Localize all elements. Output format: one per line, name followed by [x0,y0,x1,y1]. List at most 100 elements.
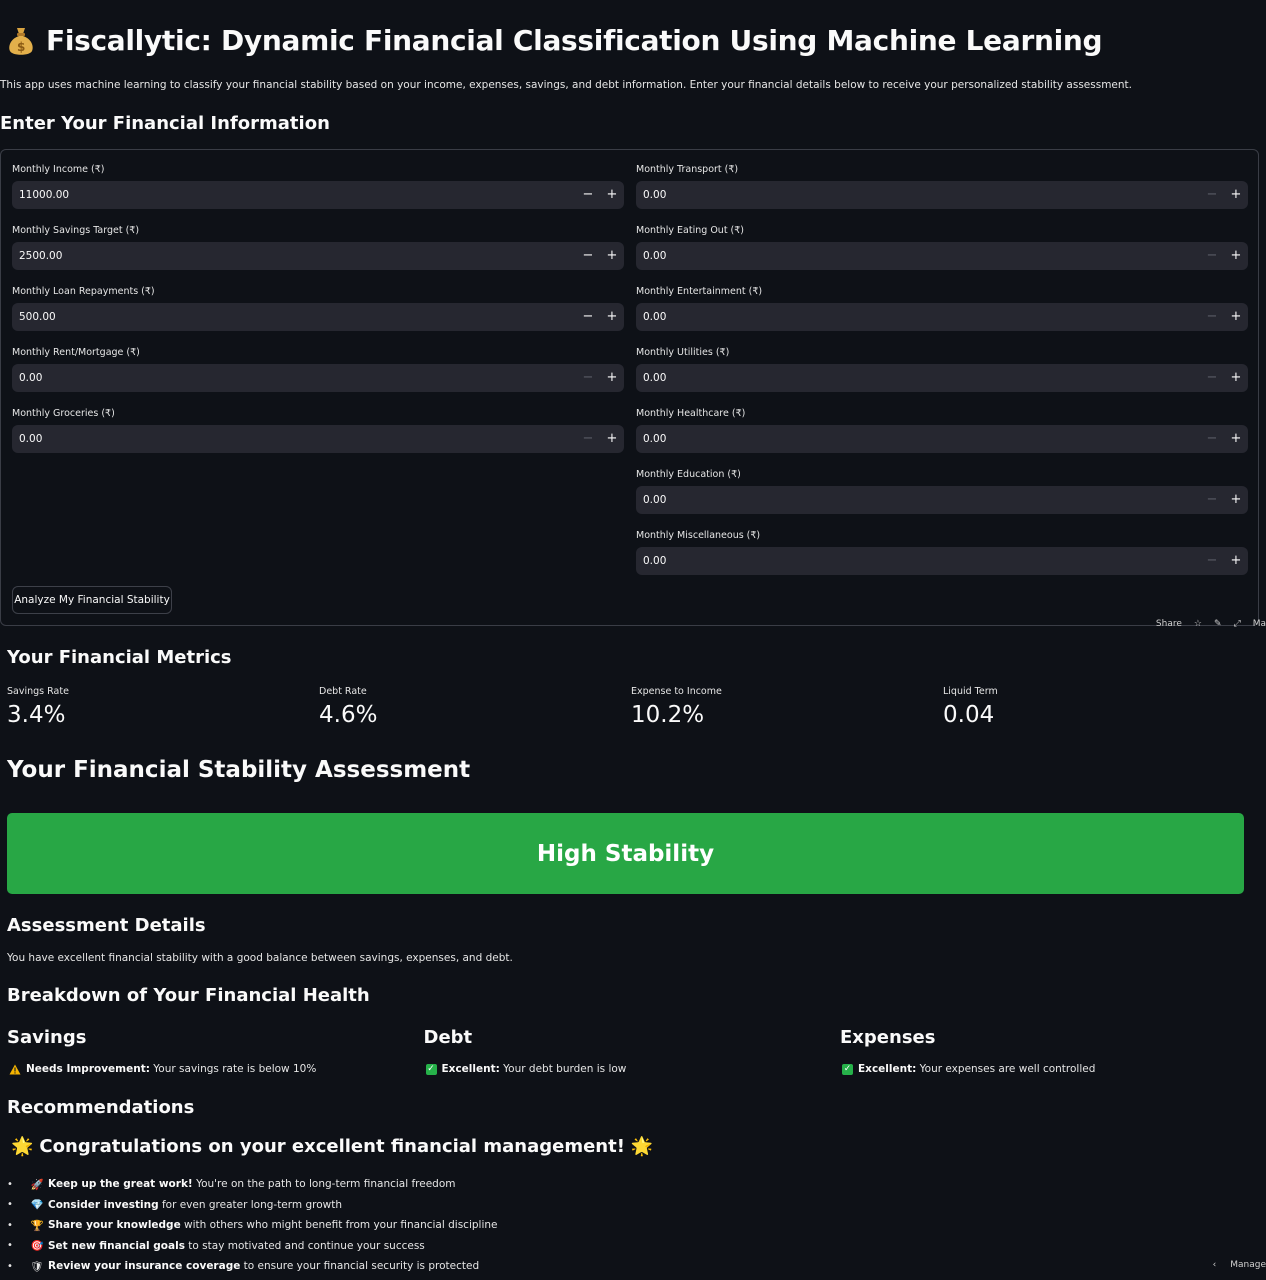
decrement-button[interactable]: − [576,364,600,392]
money-bag-icon: $ [9,27,33,55]
field-label: Monthly Education (₹) [636,469,741,480]
metric-value: 10.2% [631,702,705,728]
details-heading: Assessment Details [7,915,206,936]
details-text: You have excellent financial stability w… [7,952,513,964]
decrement-button[interactable]: − [1200,181,1224,209]
recommendations-heading: Recommendations [7,1097,195,1118]
field-label: Monthly Transport (₹) [636,164,739,175]
number-input-value[interactable]: 0.00 [636,372,1200,384]
increment-button[interactable]: + [1224,486,1248,514]
field-label: Monthly Entertainment (₹) [636,286,763,297]
number-input-value[interactable]: 11000.00 [12,189,576,201]
increment-button[interactable]: + [600,425,624,453]
recommendation-text: for even greater long-term growth [158,1198,343,1211]
recommendation-icon: 🛡 [30,1260,44,1273]
breakdown-status-text: Needs Improvement: Your savings rate is … [26,1063,316,1075]
bullet: • [7,1199,13,1211]
sun-icon: 🌟 [630,1136,654,1157]
decrement-button[interactable]: − [576,181,600,209]
number-input: 0.00− + [12,425,624,453]
decrement-button[interactable]: − [576,303,600,331]
breakdown-status-detail: Your savings rate is below 10% [153,1063,317,1075]
number-input-value[interactable]: 0.00 [636,250,1200,262]
field-label: Monthly Savings Target (₹) [12,225,140,236]
number-input-value[interactable]: 0.00 [636,494,1200,506]
number-input: 0.00− + [636,486,1248,514]
breakdown-status-detail: Your debt burden is low [503,1063,627,1075]
expand-icon[interactable]: ⤢ [1234,619,1241,629]
decrement-button[interactable]: − [1200,303,1224,331]
metric-label: Expense to Income [631,686,722,697]
number-input: 0.00− + [636,547,1248,575]
breakdown-status-text: Excellent: Your expenses are well contro… [858,1063,1095,1075]
number-input: 0.00− + [636,364,1248,392]
number-input-value[interactable]: 500.00 [12,311,576,323]
sun-icon: 🌟 [11,1136,34,1157]
recommendation-icon: 🚀 [30,1178,44,1191]
decrement-button[interactable]: − [1200,547,1224,575]
decrement-button[interactable]: − [1200,364,1224,392]
metric-label: Liquid Term [943,686,998,697]
increment-button[interactable]: + [600,181,624,209]
share-button[interactable]: Share [1156,619,1182,629]
number-input-value[interactable]: 2500.00 [12,250,576,262]
increment-button[interactable]: + [1224,181,1248,209]
star-icon[interactable]: ☆ [1194,619,1202,629]
increment-button[interactable]: + [600,364,624,392]
more-label[interactable]: Ma [1253,619,1266,629]
increment-button[interactable]: + [1224,547,1248,575]
edit-icon[interactable]: ✎ [1214,619,1222,629]
number-input: 0.00− + [636,181,1248,209]
number-input: 0.00− + [636,242,1248,270]
decrement-button[interactable]: − [1200,242,1224,270]
decrement-button[interactable]: − [1200,425,1224,453]
field-label: Monthly Utilities (₹) [636,347,730,358]
breakdown-status: ✓ Excellent: Your expenses are well contr… [842,1063,1095,1075]
bullet: • [7,1219,13,1231]
decrement-button[interactable]: − [576,425,600,453]
recommendation-bold: Set new financial goals [48,1239,185,1252]
increment-button[interactable]: + [1224,364,1248,392]
recommendation-item: • 🚀 Keep up the great work! You're on the … [7,1174,497,1195]
number-input-value[interactable]: 0.00 [12,433,576,445]
increment-button[interactable]: + [1224,242,1248,270]
bullet: • [7,1240,13,1252]
recommendation-icon: 🎯 [30,1240,44,1253]
stability-result-banner: High Stability [7,813,1244,894]
bullet: • [7,1178,13,1190]
recommendation-text: with others who might benefit from your … [180,1219,498,1232]
page-title-text: Fiscallytic: Dynamic Financial Classific… [46,24,1103,57]
analyze-button[interactable]: Analyze My Financial Stability [12,586,172,614]
recommendation-bold: Keep up the great work! [48,1178,193,1191]
metrics-heading: Your Financial Metrics [7,647,232,668]
metric-label: Savings Rate [7,686,69,697]
number-input-value[interactable]: 0.00 [636,189,1200,201]
number-input: 0.00− + [636,425,1248,453]
increment-button[interactable]: + [600,303,624,331]
recommendation-text: to ensure your financial security is pro… [240,1260,480,1273]
increment-button[interactable]: + [1224,303,1248,331]
breakdown-status: Needs Improvement: Your savings rate is … [9,1063,316,1075]
manage-button[interactable]: Manage [1230,1260,1266,1270]
number-input: 2500.00− + [12,242,624,270]
number-input: 0.00− + [12,364,624,392]
number-input-value[interactable]: 0.00 [636,555,1200,567]
number-input: 11000.00− + [12,181,624,209]
recommendation-icon: 🏆 [30,1219,44,1232]
number-input-value[interactable]: 0.00 [636,311,1200,323]
breakdown-column-title: Expenses [840,1027,936,1048]
recommendation-item: • 🎯 Set new financial goals to stay motiva… [7,1236,497,1257]
number-input-value[interactable]: 0.00 [636,433,1200,445]
number-input-value[interactable]: 0.00 [12,372,576,384]
decrement-button[interactable]: − [576,242,600,270]
congrats-heading: 🌟 Congratulations on your excellent fina… [11,1136,653,1157]
increment-button[interactable]: + [600,242,624,270]
chevron-left-icon[interactable]: ‹ [1213,1260,1217,1270]
metric-label: Debt Rate [319,686,367,697]
recommendation-item: • 🏆 Share your knowledge with others who m… [7,1215,497,1236]
bullet: • [7,1260,13,1272]
metric-value: 3.4% [7,702,66,728]
increment-button[interactable]: + [1224,425,1248,453]
decrement-button[interactable]: − [1200,486,1224,514]
breakdown-status-label: Excellent: [441,1063,500,1075]
